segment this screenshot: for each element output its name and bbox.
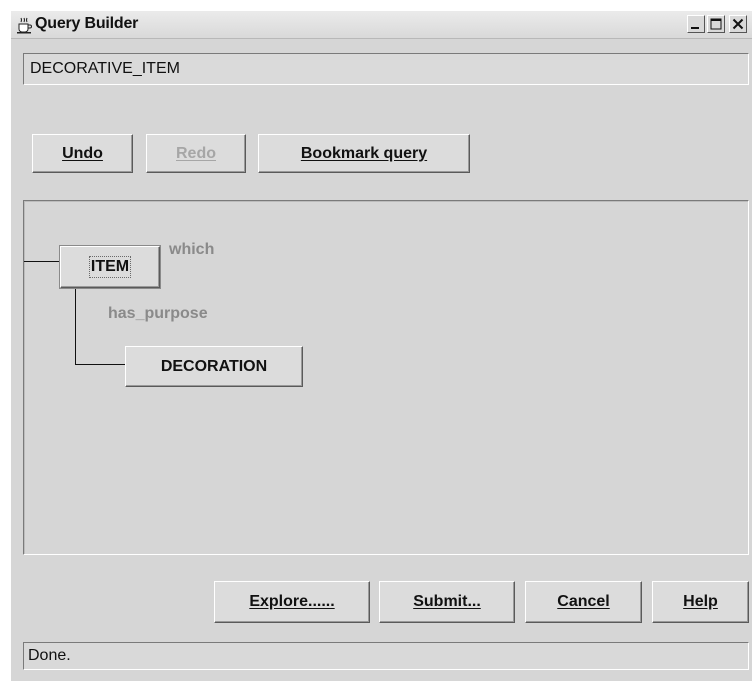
undo-button[interactable]: Undo — [32, 134, 133, 173]
edge-label-which: which — [169, 241, 215, 258]
window-title: Query Builder — [35, 15, 139, 32]
node-label: DECORATION — [160, 357, 268, 375]
root-connector-line — [24, 261, 60, 262]
minimize-button[interactable] — [687, 15, 705, 33]
help-button[interactable]: Help — [652, 581, 749, 623]
maximize-icon — [710, 18, 722, 30]
edge-label-has-purpose: has_purpose — [108, 305, 208, 322]
query-builder-window: Query Builder DECORATIVE_ITEM Undo Redo … — [10, 10, 752, 681]
submit-button[interactable]: Submit... — [379, 581, 515, 623]
node-label: ITEM — [88, 256, 132, 278]
vertical-connector-line — [75, 276, 76, 365]
java-cup-icon — [15, 16, 33, 34]
bookmark-query-button[interactable]: Bookmark query — [258, 134, 470, 173]
cancel-button[interactable]: Cancel — [525, 581, 642, 623]
close-button[interactable] — [729, 15, 747, 33]
graph-node-decoration[interactable]: DECORATION — [125, 346, 303, 387]
child-connector-line — [75, 364, 125, 365]
explore-button[interactable]: Explore...... — [214, 581, 370, 623]
status-bar: Done. — [23, 642, 749, 670]
close-icon — [732, 18, 744, 30]
redo-button[interactable]: Redo — [146, 134, 246, 173]
title-bar[interactable]: Query Builder — [11, 11, 752, 39]
query-graph-canvas[interactable]: ITEM which has_purpose DECORATION — [23, 200, 749, 555]
graph-node-item[interactable]: ITEM — [60, 246, 160, 288]
maximize-button[interactable] — [707, 15, 725, 33]
query-name-field[interactable]: DECORATIVE_ITEM — [23, 53, 749, 85]
minimize-icon — [691, 27, 699, 29]
